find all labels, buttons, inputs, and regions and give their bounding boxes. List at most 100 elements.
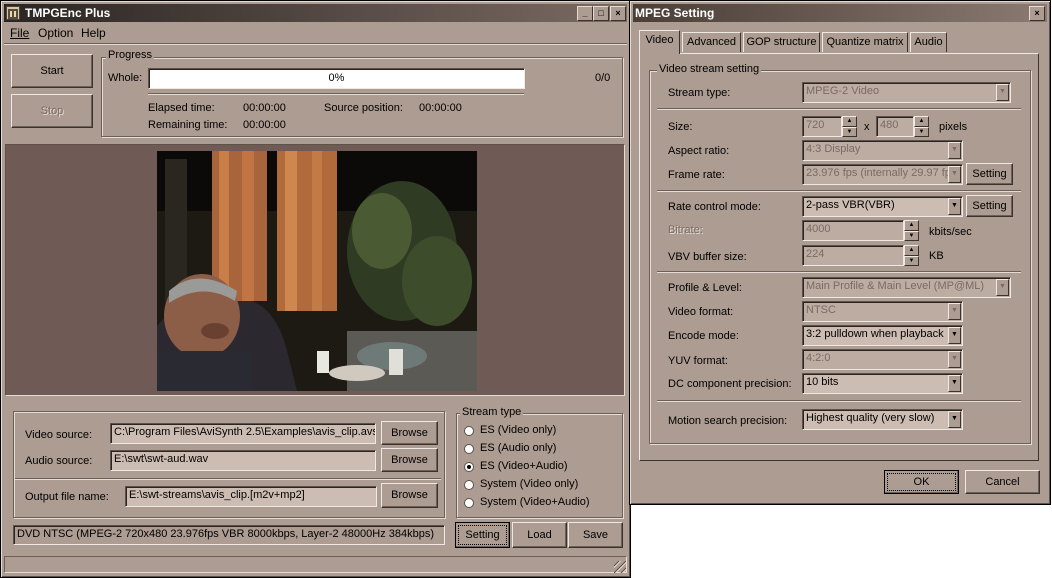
video-format-select[interactable]: NTSC ▼ [802,301,963,322]
mpeg-setting-dialog: MPEG Setting × Video Advanced GOP struct… [629,0,1051,505]
chevron-down-icon: ▼ [948,142,961,159]
vbv-unit-label: KB [929,250,944,262]
spin-down-icon: ▼ [904,230,919,241]
video-frame-image [157,151,477,391]
elapsed-value: 00:00:00 [243,102,286,114]
load-button[interactable]: Load [512,522,567,548]
stream-type-option-label: System (Video only) [480,478,579,490]
spin-up-icon: ▲ [904,245,919,256]
bitrate-field[interactable]: 4000 [802,220,904,241]
menu-file-label: File [10,26,30,40]
rate-separator [657,190,1021,192]
chevron-down-icon: ▼ [948,375,961,392]
tab-advanced[interactable]: Advanced [682,32,741,52]
menu-file[interactable]: File [10,26,29,40]
audio-source-browse-button[interactable]: Browse [381,448,438,472]
tab-quantize-matrix[interactable]: Quantize matrix [822,32,908,52]
motion-search-select[interactable]: Highest quality (very slow) ▼ [802,409,963,430]
ok-button[interactable]: OK [884,470,959,494]
vbv-buffer-spinner[interactable]: ▲ ▼ [904,245,919,266]
frame-rate-label: Frame rate: [668,169,725,181]
audio-source-field[interactable]: E:\swt\swt-aud.wav [110,450,376,471]
video-source-field[interactable]: C:\Program Files\AviSynth 2.5\Examples\a… [110,423,376,444]
start-button[interactable]: Start [11,54,93,88]
stream-type-radio[interactable] [464,444,474,454]
chevron-down-icon: ▼ [948,327,961,344]
motion-search-label: Motion search precision: [668,415,788,427]
main-title-bar[interactable]: TMPGEnc Plus _ □ × [4,4,627,22]
vbv-buffer-field[interactable]: 224 [802,245,904,266]
frame-rate-setting-button[interactable]: Setting [966,163,1013,185]
bitrate-unit-label: kbits/sec [929,226,972,238]
stream-type-option-label: ES (Audio only) [480,442,557,454]
elapsed-label: Elapsed time: [148,102,215,114]
stream-type-select[interactable]: MPEG-2 Video ▼ [802,82,1011,103]
dc-precision-select[interactable]: 10 bits ▼ [802,373,963,394]
chevron-down-icon: ▼ [948,198,961,215]
stop-button[interactable]: Stop [11,94,93,128]
setting-button[interactable]: Setting [455,522,510,548]
vbv-buffer-label: VBV buffer size: [668,251,747,263]
remaining-label: Remaining time: [148,119,228,131]
menu-option[interactable]: Option [38,26,73,40]
tab-gop-structure[interactable]: GOP structure [743,32,820,52]
rate-control-select[interactable]: 2-pass VBR(VBR) ▼ [802,196,963,217]
stream-type-option-label: System (Video+Audio) [480,496,590,508]
size-width-spinner[interactable]: ▲ ▼ [842,116,857,137]
size-unit-label: pixels [939,121,968,133]
video-source-browse-button[interactable]: Browse [381,421,438,445]
spin-down-icon: ▼ [904,255,919,266]
yuv-format-value: 4:2:0 [806,352,831,364]
rate-control-value: 2-pass VBR(VBR) [806,199,895,211]
encode-mode-label: Encode mode: [668,330,739,342]
save-button[interactable]: Save [568,522,623,548]
progress-bar: 0% [148,68,525,89]
stream-type-radio[interactable] [464,480,474,490]
aspect-ratio-select[interactable]: 4:3 Display ▼ [802,140,963,161]
frame-rate-select[interactable]: 23.976 fps (internally 29.97 fps) ▼ [802,164,963,185]
cancel-button[interactable]: Cancel [965,470,1040,494]
menu-separator [4,43,627,45]
output-file-field[interactable]: E:\swt-streams\avis_clip.[m2v+mp2] [125,486,377,507]
tab-audio[interactable]: Audio [910,32,947,52]
rate-control-setting-button[interactable]: Setting [966,195,1013,217]
stream-type-radio[interactable] [464,426,474,436]
menu-help[interactable]: Help [81,26,106,40]
stream-type-label: Stream type [460,406,524,418]
output-file-label: Output file name: [25,491,109,503]
yuv-format-select[interactable]: 4:2:0 ▼ [802,349,963,370]
dc-precision-label: DC component precision: [668,378,792,390]
stream-type-select-value: MPEG-2 Video [806,85,880,97]
dialog-close-icon[interactable]: × [1029,6,1045,21]
minimize-icon[interactable]: _ [577,6,593,21]
stream-type-radio[interactable] [464,498,474,508]
close-icon[interactable]: × [610,6,626,21]
maximize-icon[interactable]: □ [593,6,609,21]
spin-down-icon: ▼ [842,126,857,137]
output-browse-button[interactable]: Browse [381,483,438,508]
size-height-spinner[interactable]: ▲ ▼ [914,116,929,137]
tab-video[interactable]: Video [639,30,680,54]
video-source-label: Video source: [25,429,92,441]
mpeg-title-bar[interactable]: MPEG Setting × [633,4,1047,22]
video-source-label-text: Video source: [25,429,93,441]
output-separator [15,478,441,480]
stream-type-radio[interactable] [464,462,474,472]
size-height-field[interactable]: 480 [876,116,914,137]
resize-grip-icon[interactable] [614,561,626,573]
encode-mode-value: 3:2 pulldown when playback [806,328,944,340]
progress-group-label: Progress [106,49,155,61]
profile-level-select[interactable]: Main Profile & Main Level (MP@ML) ▼ [802,277,1011,298]
encode-mode-select[interactable]: 3:2 pulldown when playback ▼ [802,325,963,346]
audio-source-label: Audio source: [25,455,93,467]
dc-precision-value: 10 bits [806,376,839,388]
app-icon [6,6,20,20]
video-stream-group-label: Video stream setting [657,63,762,75]
menu-help-label: Help [81,26,106,40]
motion-search-value: Highest quality (very slow) [806,412,935,424]
size-width-field[interactable]: 720 [802,116,842,137]
chevron-down-icon: ▼ [948,166,961,183]
spin-up-icon: ▲ [904,220,919,231]
bitrate-spinner[interactable]: ▲ ▼ [904,220,919,241]
motion-separator [657,400,1021,402]
